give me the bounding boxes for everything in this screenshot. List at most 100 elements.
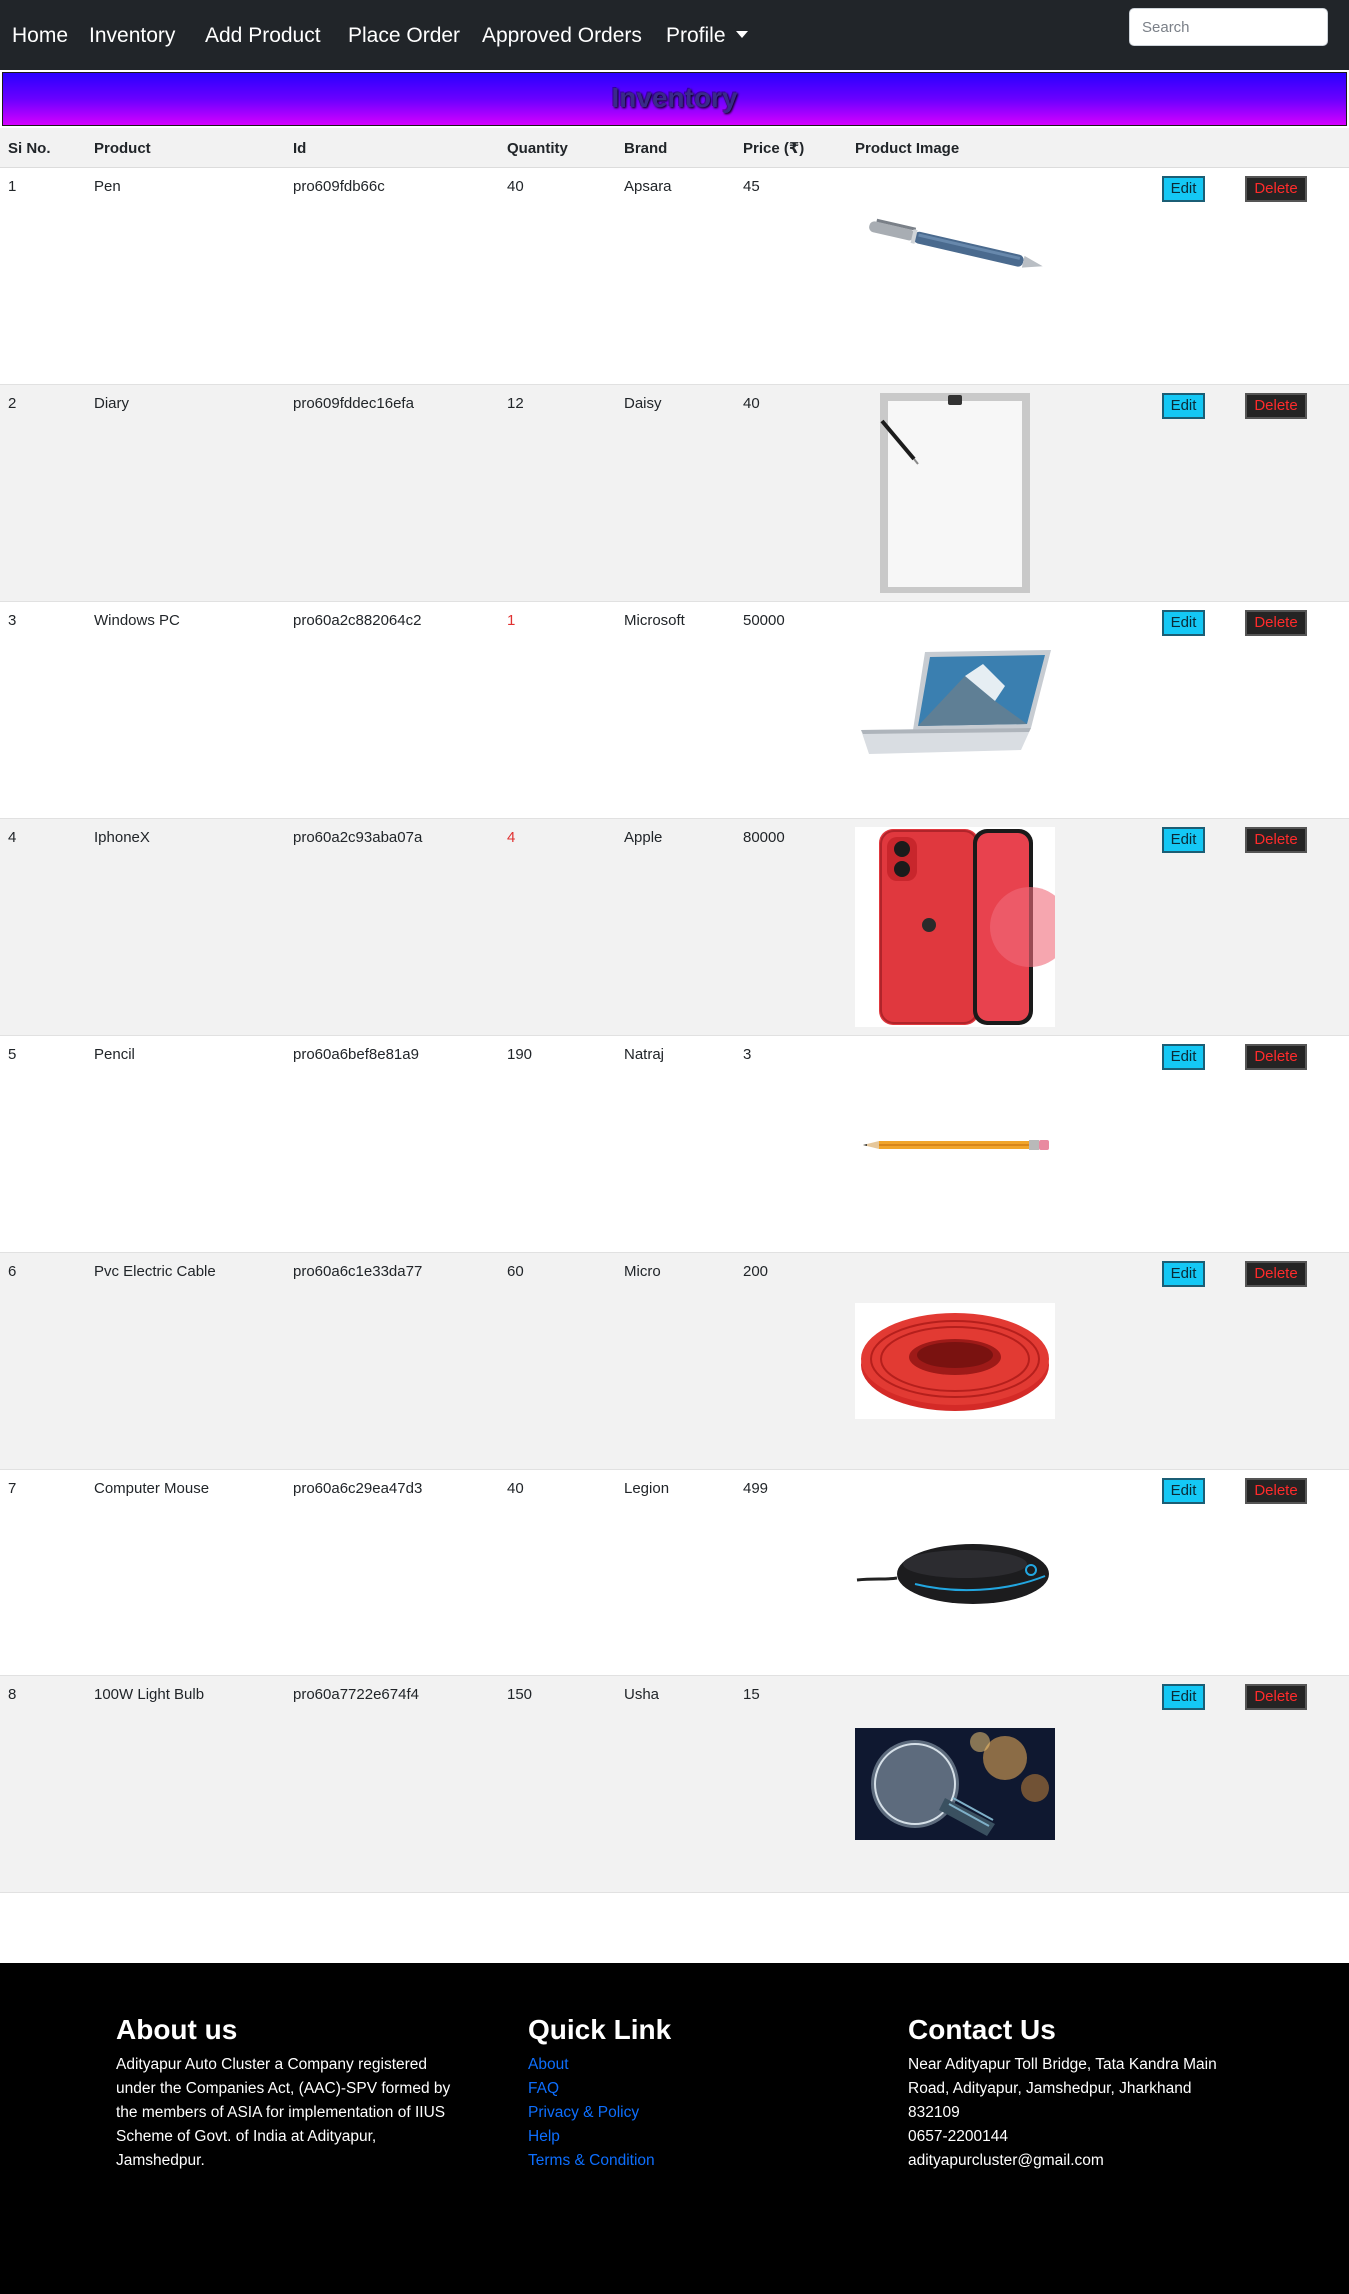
header-product: Product <box>94 140 151 157</box>
header-si-no: Si No. <box>8 140 51 157</box>
cell-si: 8 <box>8 1686 17 1703</box>
header-product-image: Product Image <box>855 140 960 157</box>
footer-link-faq[interactable]: FAQ <box>528 2077 559 2101</box>
cell-brand: Usha <box>624 1686 660 1703</box>
search-input[interactable] <box>1129 8 1328 46</box>
header-price: Price (₹) <box>743 140 805 157</box>
nav-add-product[interactable]: Add Product <box>205 22 321 50</box>
nav-inventory[interactable]: Inventory <box>89 22 175 50</box>
cell-price: 3 <box>743 1046 752 1063</box>
cell-quantity: 150 <box>507 1686 533 1703</box>
edit-button[interactable]: Edit <box>1162 1044 1205 1070</box>
cell-brand: Apsara <box>624 178 672 195</box>
cell-price: 499 <box>743 1480 769 1497</box>
cell-quantity: 4 <box>507 829 516 846</box>
footer-link-terms-condition[interactable]: Terms & Condition <box>528 2149 655 2173</box>
table-row: 5 Pencil pro60a6bef8e81a9 190 Natraj 3 E… <box>0 1036 1349 1253</box>
cell-si: 1 <box>8 178 17 195</box>
cell-si: 5 <box>8 1046 17 1063</box>
site-footer: About us Adityapur Auto Cluster a Compan… <box>0 1963 1349 2294</box>
cell-si: 2 <box>8 395 17 412</box>
contact-phone: 0657-2200144 <box>908 2128 1008 2145</box>
contact-address: Near Adityapur Toll Bridge, Tata Kandra … <box>908 2056 1217 2121</box>
cell-price: 80000 <box>743 829 785 846</box>
edit-button[interactable]: Edit <box>1162 1261 1205 1287</box>
contact-us-heading: Contact Us <box>908 2014 1056 2045</box>
cell-quantity: 190 <box>507 1046 533 1063</box>
light-bulb-image <box>855 1728 1055 1840</box>
footer-link-help[interactable]: Help <box>528 2125 560 2149</box>
footer-link-privacy-policy[interactable]: Privacy & Policy <box>528 2101 639 2125</box>
cell-id: pro609fdb66c <box>293 178 385 195</box>
table-row: 8 100W Light Bulb pro60a7722e674f4 150 U… <box>0 1676 1349 1893</box>
contact-email: adityapurcluster@gmail.com <box>908 2152 1104 2169</box>
cell-product: IphoneX <box>94 829 150 846</box>
cell-brand: Legion <box>624 1480 670 1497</box>
edit-button[interactable]: Edit <box>1162 1684 1205 1710</box>
delete-button[interactable]: Delete <box>1245 1478 1307 1504</box>
cell-product: Windows PC <box>94 612 180 629</box>
about-us-heading: About us <box>116 2014 238 2045</box>
cell-brand: Micro <box>624 1263 661 1280</box>
cell-product: Computer Mouse <box>94 1480 210 1497</box>
pen-image <box>869 218 1043 268</box>
delete-button[interactable]: Delete <box>1245 1044 1307 1070</box>
inventory-title-banner: Inventory <box>2 72 1347 126</box>
table-header: Si No. Product Id Quantity Brand Price (… <box>0 128 1349 168</box>
cell-id: pro60a2c93aba07a <box>293 829 423 846</box>
cell-si: 7 <box>8 1480 17 1497</box>
nav-home[interactable]: Home <box>12 22 68 50</box>
cell-si: 4 <box>8 829 17 846</box>
about-us-text: Adityapur Auto Cluster a Company registe… <box>116 2056 451 2169</box>
cell-id: pro60a2c882064c2 <box>293 612 422 629</box>
paper-sheet-image <box>880 393 1030 593</box>
edit-button[interactable]: Edit <box>1162 393 1205 419</box>
header-quantity: Quantity <box>507 140 568 157</box>
cell-product: Pvc Electric Cable <box>94 1263 216 1280</box>
cell-price: 15 <box>743 1686 760 1703</box>
delete-button[interactable]: Delete <box>1245 827 1307 853</box>
cell-quantity: 60 <box>507 1263 524 1280</box>
cell-id: pro60a7722e674f4 <box>293 1686 419 1703</box>
table-row: 6 Pvc Electric Cable pro60a6c1e33da77 60… <box>0 1253 1349 1470</box>
delete-button[interactable]: Delete <box>1245 1261 1307 1287</box>
table-row: 3 Windows PC pro60a2c882064c2 1 Microsof… <box>0 602 1349 819</box>
delete-button[interactable]: Delete <box>1245 610 1307 636</box>
cell-product: Diary <box>94 395 130 412</box>
cell-price: 50000 <box>743 612 785 629</box>
edit-button[interactable]: Edit <box>1162 1478 1205 1504</box>
edit-button[interactable]: Edit <box>1162 176 1205 202</box>
cell-id: pro609fddec16efa <box>293 395 414 412</box>
cell-si: 6 <box>8 1263 17 1280</box>
pencil-image <box>863 1140 1049 1150</box>
header-brand: Brand <box>624 140 668 157</box>
edit-button[interactable]: Edit <box>1162 827 1205 853</box>
cell-si: 3 <box>8 612 17 629</box>
cell-id: pro60a6c1e33da77 <box>293 1263 423 1280</box>
page-title: Inventory <box>611 82 738 113</box>
table-row: 7 Computer Mouse pro60a6c29ea47d3 40 Leg… <box>0 1470 1349 1676</box>
delete-button[interactable]: Delete <box>1245 1684 1307 1710</box>
cell-id: pro60a6bef8e81a9 <box>293 1046 419 1063</box>
delete-button[interactable]: Delete <box>1245 176 1307 202</box>
nav-approved-orders[interactable]: Approved Orders <box>482 22 642 50</box>
header-id: Id <box>293 140 307 157</box>
table-row: 4 IphoneX pro60a2c93aba07a 4 Apple 80000… <box>0 819 1349 1036</box>
cell-price: 200 <box>743 1263 769 1280</box>
cell-product: Pencil <box>94 1046 135 1063</box>
table-row: 2 Diary pro609fddec16efa 12 Daisy 40 Edi… <box>0 385 1349 602</box>
cell-quantity: 12 <box>507 395 524 412</box>
delete-button[interactable]: Delete <box>1245 393 1307 419</box>
footer-link-about[interactable]: About <box>528 2053 569 2077</box>
nav-profile-dropdown[interactable]: Profile <box>666 22 748 50</box>
cell-brand: Apple <box>624 829 663 846</box>
computer-mouse-image <box>856 1544 1049 1604</box>
cell-id: pro60a6c29ea47d3 <box>293 1480 423 1497</box>
laptop-image <box>861 650 1051 754</box>
nav-place-order[interactable]: Place Order <box>348 22 460 50</box>
edit-button[interactable]: Edit <box>1162 610 1205 636</box>
red-iphone-image <box>855 827 1055 1027</box>
cell-quantity: 40 <box>507 1480 524 1497</box>
cell-quantity: 1 <box>507 612 516 629</box>
cell-product: 100W Light Bulb <box>94 1686 205 1703</box>
